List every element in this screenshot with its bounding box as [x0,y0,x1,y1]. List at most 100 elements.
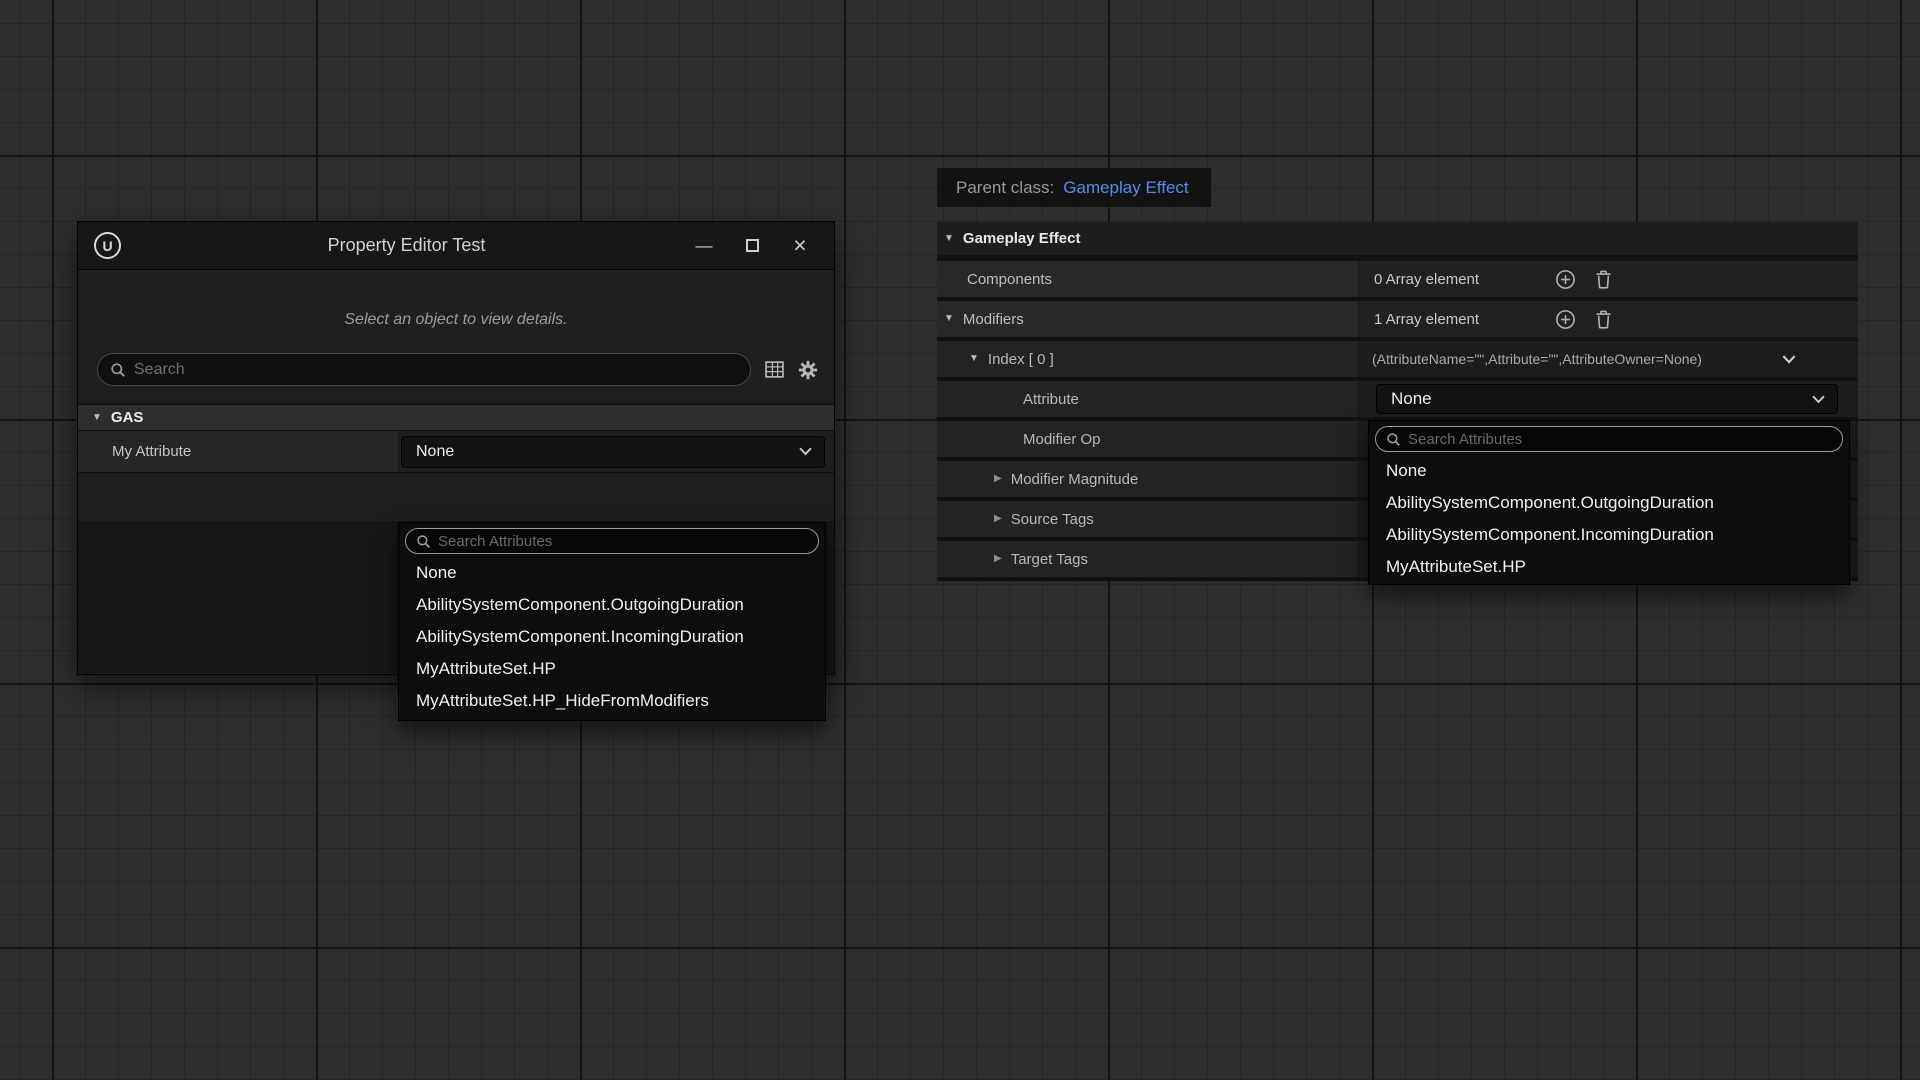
dropdown-item[interactable]: None [399,557,825,589]
search-icon [1386,432,1401,447]
close-icon: × [793,232,806,259]
row-label: Modifier Op [1023,431,1101,448]
add-element-button[interactable] [1555,309,1576,330]
row-label: Modifier Magnitude [1011,471,1139,488]
dropdown-item[interactable]: MyAttributeSet.HP [399,653,825,685]
search-box[interactable] [97,353,751,386]
row-label: Components [967,271,1052,288]
category-label: Gameplay Effect [963,230,1081,247]
window-controls: — × [692,222,812,270]
gear-icon [798,360,818,380]
window-titlebar[interactable]: U Property Editor Test — × [78,222,834,270]
row-value-cell: (AttributeName="",Attribute="",Attribute… [1359,341,1858,377]
my-attribute-row: My Attribute None [78,431,834,473]
maximize-icon [746,239,759,252]
chevron-down-icon [1812,395,1825,404]
details-panel-body: Select an object to view details. [78,270,834,673]
array-count: 0 Array element [1359,271,1555,288]
delete-elements-button[interactable] [1595,310,1612,329]
row-value-cell: 0 Array element [1359,261,1858,297]
row-label: Source Tags [1011,511,1094,528]
minimize-button[interactable]: — [692,222,716,270]
row-label: Target Tags [1011,551,1088,568]
combobox-value: None [1391,389,1432,409]
expand-arrow-icon[interactable]: ▼ [944,314,954,324]
search-icon [110,362,126,378]
array-count: 1 Array element [1359,311,1555,328]
dropdown-item[interactable]: None [1369,455,1849,487]
dropdown-item[interactable]: AbilitySystemComponent.IncomingDuration [1369,519,1849,551]
row-label-cell: Modifier Op [937,421,1359,457]
row-label-cell: ▶ Target Tags [937,541,1359,577]
parent-class-label: Parent class: [956,178,1054,198]
dropdown-search-input[interactable] [438,533,808,550]
expand-arrow-icon[interactable]: ▼ [969,354,979,364]
dropdown-item[interactable]: AbilitySystemComponent.OutgoingDuration [399,589,825,621]
dropdown-item[interactable]: AbilitySystemComponent.OutgoingDuration [1369,487,1849,519]
expand-arrow-icon[interactable]: ▼ [92,413,102,423]
maximize-button[interactable] [740,222,764,270]
close-button[interactable]: × [788,222,812,270]
parent-class-bar: Parent class: Gameplay Effect [937,168,1211,207]
plus-circle-icon [1555,269,1576,290]
dropdown-search-box[interactable] [1375,426,1843,452]
attribute-dropdown-menu: None AbilitySystemComponent.OutgoingDura… [1369,421,1849,584]
category-gas[interactable]: ▼ GAS [78,404,834,431]
combobox-value: None [416,443,454,461]
row-label-cell: ▼ Modifiers [937,301,1359,337]
search-toolbar [97,353,818,386]
collapse-arrow-icon[interactable]: ▶ [994,554,1002,564]
grid-view-icon [765,361,784,378]
attribute-combobox[interactable]: None [1376,384,1838,414]
row-label: Modifiers [963,311,1024,328]
row-label-cell: ▶ Source Tags [937,501,1359,537]
row-attribute: Attribute None [937,381,1858,417]
window-title: Property Editor Test [121,235,692,256]
row-value-cell: None [1359,381,1858,417]
add-element-button[interactable] [1555,269,1576,290]
collapse-arrow-icon[interactable]: ▶ [994,474,1002,484]
unreal-logo-letter: U [102,238,112,254]
dropdown-item[interactable]: AbilitySystemComponent.IncomingDuration [399,621,825,653]
row-value-cell: 1 Array element [1359,301,1858,337]
chevron-down-icon [799,447,812,456]
settings-button[interactable] [798,360,818,380]
dropdown-search-input[interactable] [1408,431,1832,448]
row-label: Attribute [1023,391,1079,408]
dropdown-item[interactable]: MyAttributeSet.HP_HideFromModifiers [399,685,825,717]
row-label-cell: Attribute [937,381,1359,417]
category-gameplay-effect[interactable]: ▼ Gameplay Effect [937,222,1858,255]
parent-class-link[interactable]: Gameplay Effect [1063,178,1188,198]
row-modifiers: ▼ Modifiers 1 Array element [937,301,1858,337]
delete-elements-button[interactable] [1595,270,1612,289]
row-label: Index [ 0 ] [988,351,1054,368]
dropdown-item[interactable]: MyAttributeSet.HP [1369,551,1849,583]
dropdown-search-box[interactable] [405,528,819,554]
grid-view-button[interactable] [765,361,784,378]
row-label-cell: Components [937,261,1359,297]
attribute-dropdown-menu: None AbilitySystemComponent.OutgoingDura… [399,523,825,720]
category-label: GAS [111,409,144,426]
my-attribute-combobox[interactable]: None [401,436,825,468]
minimize-icon: — [696,236,713,256]
empty-selection-text: Select an object to view details. [88,270,824,331]
property-value-cell: None [399,431,834,472]
property-editor-window: U Property Editor Test — × Select an obj… [78,222,834,674]
property-label: My Attribute [78,431,399,472]
row-index-0: ▼ Index [ 0 ] (AttributeName="",Attribut… [937,341,1858,377]
row-label-cell: ▶ Modifier Magnitude [937,461,1359,497]
chevron-down-icon [1782,355,1796,364]
expand-arrow-icon[interactable]: ▼ [944,234,954,244]
search-input[interactable] [134,361,738,379]
struct-dropdown-button[interactable] [1782,355,1796,364]
trash-icon [1595,270,1612,289]
row-components: Components 0 Array element [937,261,1858,297]
trash-icon [1595,310,1612,329]
row-label-cell: ▼ Index [ 0 ] [937,341,1359,377]
collapse-arrow-icon[interactable]: ▶ [994,514,1002,524]
plus-circle-icon [1555,309,1576,330]
search-icon [416,534,431,549]
blueprint-grid-background: U Property Editor Test — × Select an obj… [0,0,1920,1080]
unreal-logo-icon: U [94,232,121,259]
struct-preview: (AttributeName="",Attribute="",Attribute… [1359,351,1782,367]
